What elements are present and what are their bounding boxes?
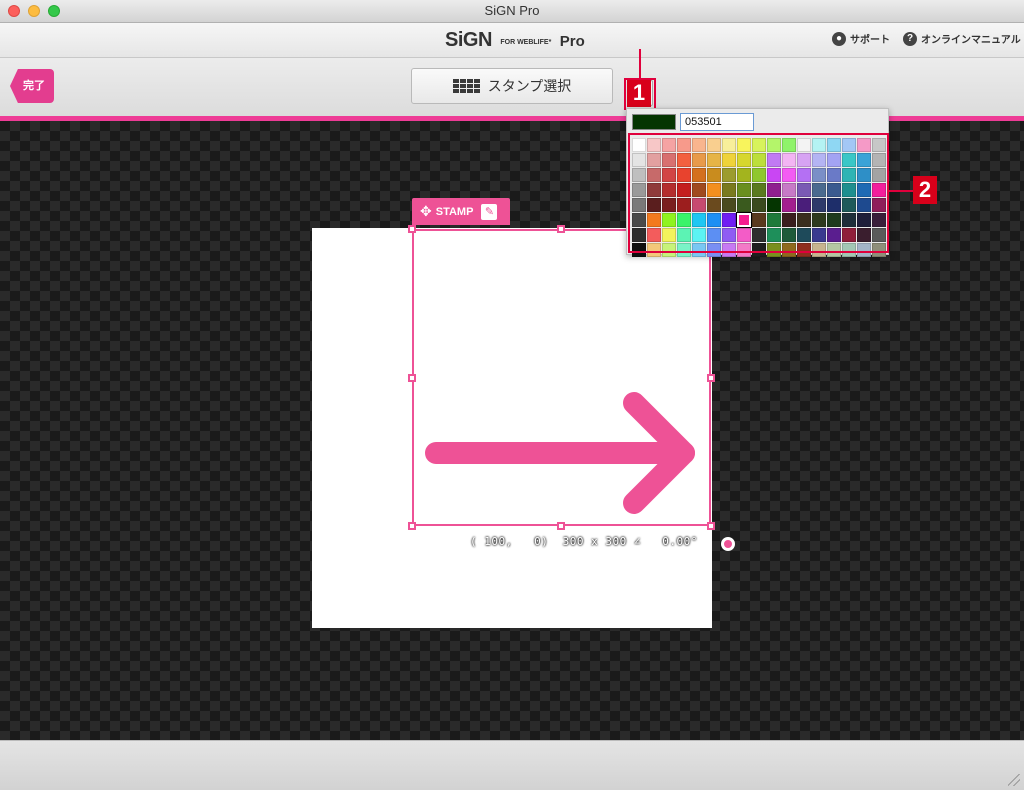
grid-icon	[452, 79, 480, 93]
transform-readout: ( 100, 0) 300 x 300 ∠ 0.00°	[470, 535, 698, 548]
resize-handle-left[interactable]	[408, 374, 416, 382]
window-minimize-button[interactable]	[28, 5, 40, 17]
window-close-button[interactable]	[8, 5, 20, 17]
resize-handle-top[interactable]	[557, 225, 565, 233]
title-bar: SiGN Pro	[0, 0, 1024, 23]
app-header: SiGN FOR WEBLIFE* Pro ● サポート ? オンラインマニュア…	[0, 23, 1024, 58]
callout-highlight-2	[628, 133, 889, 253]
app-logo: SiGN FOR WEBLIFE* Pro	[445, 29, 585, 51]
rotate-handle[interactable]	[721, 537, 735, 551]
support-link[interactable]: ● サポート	[832, 31, 890, 46]
logo-pro-text: Pro	[559, 33, 585, 50]
done-button[interactable]: 完了	[10, 69, 54, 103]
online-manual-link[interactable]: ? オンラインマニュアル	[903, 31, 1021, 46]
callout-highlight-1	[624, 78, 656, 110]
callout-connector-2	[889, 190, 913, 192]
support-label: サポート	[850, 35, 890, 46]
callout-connector-1	[639, 49, 641, 78]
callout-badge-2: 2	[913, 176, 937, 204]
selection-box[interactable]	[412, 229, 711, 526]
move-icon[interactable]: ✥	[420, 203, 432, 220]
stamp-tag[interactable]: ✥ STAMP ✎	[412, 198, 510, 225]
logo-main-text: SiGN	[445, 29, 492, 51]
manual-label: オンラインマニュアル	[921, 35, 1021, 46]
user-icon: ●	[832, 31, 846, 46]
resize-handle-right[interactable]	[707, 374, 715, 382]
resize-handle-bottom-right[interactable]	[707, 522, 715, 530]
resize-handle-bottom-left[interactable]	[408, 522, 416, 530]
resize-handle-top-left[interactable]	[408, 225, 416, 233]
hex-color-input[interactable]	[680, 113, 754, 131]
stamp-select-button[interactable]: スタンプ選択	[411, 68, 613, 104]
resize-handle-bottom[interactable]	[557, 522, 565, 530]
window-maximize-button[interactable]	[48, 5, 60, 17]
help-icon: ?	[903, 31, 917, 46]
window-title: SiGN Pro	[484, 3, 540, 18]
stamp-select-label: スタンプ選択	[487, 78, 572, 94]
color-preview	[632, 114, 676, 130]
stamp-tag-label: STAMP	[435, 205, 474, 218]
bottom-bar	[0, 740, 1024, 790]
logo-sub-text: FOR WEBLIFE*	[500, 39, 552, 46]
edit-icon[interactable]: ✎	[481, 203, 498, 220]
resize-grip-icon[interactable]	[1008, 774, 1020, 786]
